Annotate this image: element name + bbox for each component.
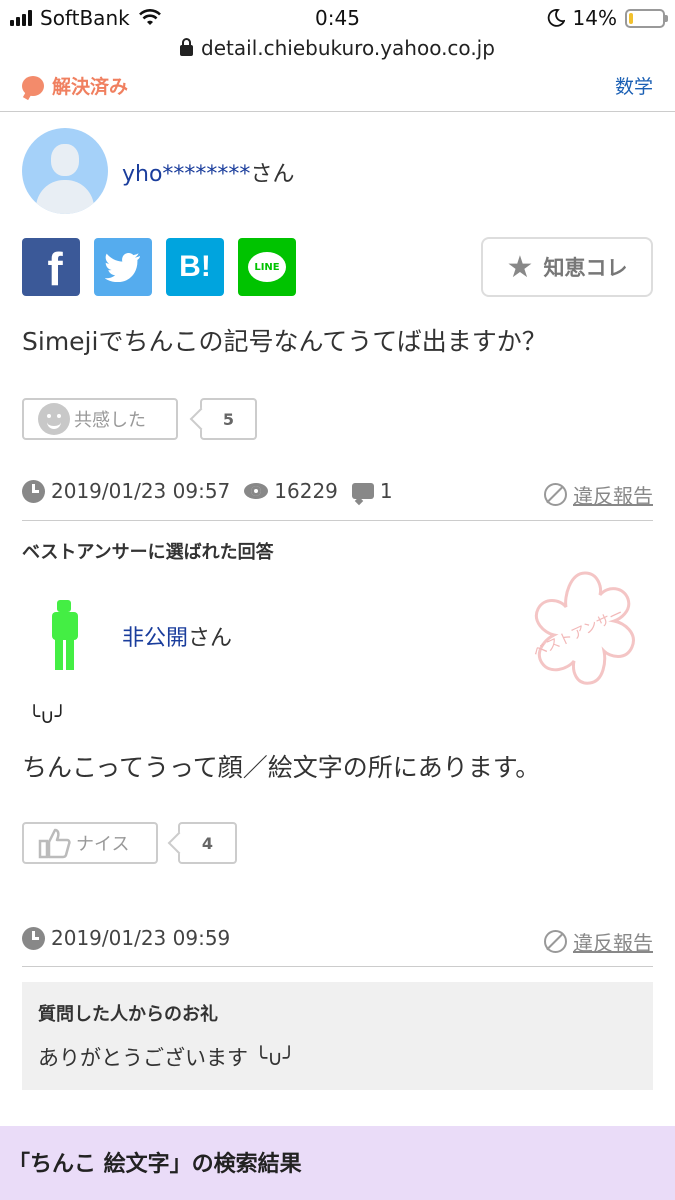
twitter-share-button[interactable] [94, 238, 152, 296]
answer-count: 1 [379, 479, 393, 503]
question-header: 解決済み 数学 [0, 68, 675, 112]
question-meta: 2019/01/23 09:57 16229 1 [22, 479, 393, 503]
answer-text: ちんこってうって顔／絵文字の所にあります。 [22, 753, 541, 782]
avatar[interactable] [22, 128, 108, 214]
status-bar: SoftBank 0:45 14% [0, 0, 675, 36]
best-answer-stamp: ベストアンサー [531, 571, 635, 685]
eye-icon [244, 483, 269, 499]
lock-icon [180, 38, 194, 56]
facebook-icon: f [47, 243, 63, 295]
comment-icon [351, 483, 374, 499]
thanks-text: ありがとうございます ╰∪╯ [38, 1046, 296, 1070]
chie-kore-label: 知恵コレ [543, 256, 628, 280]
battery-percent: 14% [572, 6, 617, 30]
search-results-header: 「ちんこ 絵文字」の検索結果 [0, 1126, 675, 1200]
question-user[interactable]: yho********さん [122, 156, 294, 188]
star-icon: ★ [506, 249, 534, 285]
battery-info: 14% [547, 6, 668, 30]
search-results-title: 「ちんこ 絵文字」の検索結果 [8, 1152, 302, 1177]
divider [22, 966, 653, 967]
best-answer-heading: ベストアンサーに選ばれた回答 [22, 542, 274, 563]
hatena-bookmark-button[interactable]: B! [166, 238, 224, 296]
answer-user-avatar[interactable] [48, 600, 82, 672]
clock-icon [22, 479, 45, 503]
twitter-icon [105, 253, 140, 282]
prohibited-icon [544, 930, 567, 953]
svg-text:ベストアンサー: ベストアンサー [531, 605, 626, 661]
question-user-suffix: さん [250, 162, 295, 187]
nice-label: ナイス [76, 834, 130, 855]
empathy-label: 共感した [74, 410, 146, 431]
clock-icon [22, 926, 45, 950]
empathy-count: 5 [200, 398, 257, 440]
thanks-heading: 質問した人からのお礼 [38, 1004, 218, 1025]
nice-button[interactable]: ナイス [22, 822, 158, 864]
speech-bubble-icon [22, 75, 44, 96]
answer-report-link[interactable]: 違反報告 [544, 927, 653, 956]
url-text: detail.chiebukuro.yahoo.co.jp [201, 36, 495, 60]
question-text: Simejiでちんこの記号なんてうてば出ますか？ [22, 327, 547, 356]
question-report-label: 違反報告 [573, 484, 653, 508]
answer-emoji: ╰∪╯ [28, 704, 67, 728]
facebook-share-button[interactable]: f [22, 238, 80, 296]
question-report-link[interactable]: 違反報告 [544, 480, 653, 509]
empathy-button[interactable]: 共感した [22, 398, 178, 440]
answer-meta: 2019/01/23 09:59 [22, 926, 230, 950]
answer-user: 非公開さん [122, 620, 232, 652]
thumbs-up-icon [38, 828, 71, 859]
prohibited-icon [544, 483, 567, 506]
divider [22, 520, 653, 521]
resolved-label: 解決済み [52, 76, 129, 98]
answer-datetime: 2019/01/23 09:59 [51, 926, 231, 950]
view-count: 16229 [274, 479, 338, 503]
question-user-name[interactable]: yho******** [122, 162, 250, 187]
category-link[interactable]: 数学 [615, 72, 653, 99]
answer-report-label: 違反報告 [573, 931, 653, 955]
hatena-icon: B! [179, 250, 211, 283]
battery-icon [625, 8, 668, 28]
answer-user-suffix: さん [188, 626, 233, 651]
chie-kore-button[interactable]: ★ 知恵コレ [481, 237, 653, 297]
moon-icon [547, 9, 565, 27]
question-datetime: 2019/01/23 09:57 [51, 479, 231, 503]
url-bar[interactable]: detail.chiebukuro.yahoo.co.jp [0, 36, 675, 68]
answer-user-name: 非公開 [122, 626, 189, 651]
line-icon: LINE [248, 252, 286, 282]
nice-count: 4 [178, 822, 237, 864]
smiley-icon [38, 403, 70, 435]
resolved-badge: 解決済み [22, 72, 128, 99]
line-share-button[interactable]: LINE [238, 238, 296, 296]
thanks-box: 質問した人からのお礼 ありがとうございます ╰∪╯ [22, 982, 653, 1090]
